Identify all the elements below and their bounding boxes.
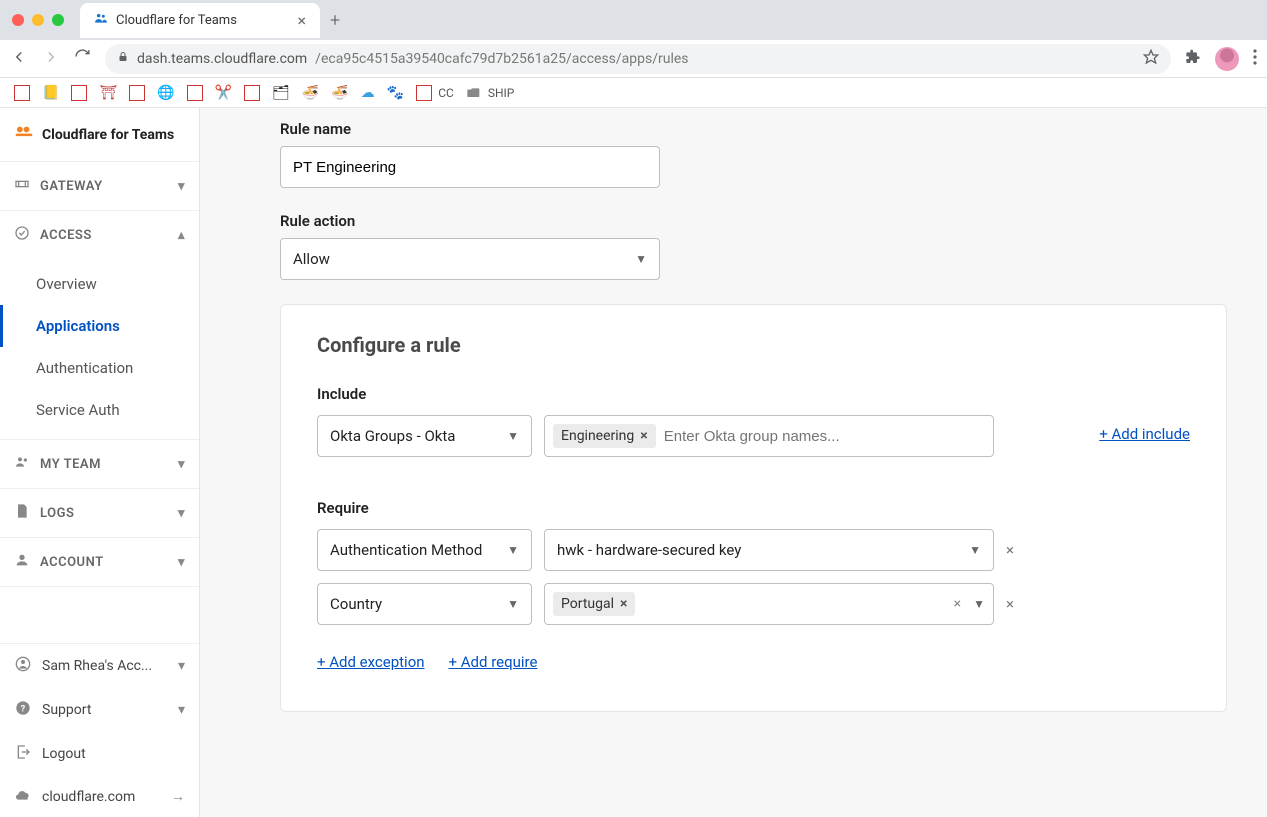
close-icon[interactable]: × (297, 11, 306, 30)
svg-text:?: ? (21, 703, 26, 714)
user-circle-icon (14, 656, 32, 676)
reload-button[interactable] (74, 48, 91, 69)
lock-icon (117, 51, 129, 66)
chevron-up-icon: ▴ (178, 228, 185, 243)
extensions-icon[interactable] (1185, 49, 1201, 69)
bookmark-icon[interactable]: 🌐 (157, 85, 174, 101)
bookmark-icon[interactable] (244, 85, 260, 101)
rule-action-select[interactable]: Allow ▼ (280, 238, 660, 280)
account-icon (14, 552, 30, 572)
account-switcher[interactable]: Sam Rhea's Acc... ▾ (0, 644, 199, 688)
bookmark-icon[interactable]: ✂️ (215, 85, 232, 101)
cloud-icon (14, 789, 32, 805)
sidebar-item-logs[interactable]: LOGS ▾ (0, 489, 199, 537)
rule-name-input[interactable] (280, 146, 660, 188)
support-link[interactable]: ? Support ▾ (0, 688, 199, 732)
bookmark-ship[interactable]: SHIP (466, 85, 515, 101)
chevron-down-icon: ▼ (635, 252, 647, 266)
browser-tab[interactable]: Cloudflare for Teams × (80, 3, 320, 38)
chevron-down-icon: ▾ (178, 506, 185, 521)
remove-tag-icon[interactable]: × (640, 428, 647, 444)
include-label: Include (317, 385, 1190, 403)
bookmark-icon[interactable]: 🍜 (302, 85, 319, 101)
sidebar-item-account[interactable]: ACCOUNT ▾ (0, 538, 199, 586)
chevron-down-icon: ▼ (507, 597, 519, 611)
add-exception-link[interactable]: + Add exception (317, 653, 425, 671)
chevron-down-icon: ▼ (507, 429, 519, 443)
bookmark-cc[interactable]: CC (416, 85, 454, 101)
cloudflare-link[interactable]: cloudflare.com → (0, 776, 199, 817)
require-value-country[interactable]: Portugal × × ▼ (544, 583, 994, 625)
menu-icon[interactable] (1253, 49, 1257, 69)
sidebar-item-access[interactable]: ACCESS ▴ (0, 211, 199, 259)
brand[interactable]: Cloudflare for Teams (0, 108, 199, 162)
bookmark-icon[interactable]: 🍜 (331, 85, 348, 101)
sidebar-item-myteam[interactable]: MY TEAM ▾ (0, 440, 199, 488)
url-host: dash.teams.cloudflare.com (137, 51, 307, 67)
rule-name-label: Rule name (280, 120, 1227, 138)
require-label: Require (317, 499, 1190, 517)
include-selector[interactable]: Okta Groups - Okta ▼ (317, 415, 532, 457)
sidebar-item-applications[interactable]: Applications (0, 305, 199, 347)
include-tag-input[interactable] (664, 428, 985, 445)
profile-avatar[interactable] (1215, 47, 1239, 71)
chevron-down-icon: ▾ (178, 555, 185, 570)
tag-portugal: Portugal × (553, 592, 635, 616)
sidebar-item-service-auth[interactable]: Service Auth (0, 389, 199, 431)
sidebar-item-overview[interactable]: Overview (0, 263, 199, 305)
add-include-link[interactable]: + Add include (1099, 425, 1190, 443)
include-value-input[interactable]: Engineering × (544, 415, 994, 457)
address-bar[interactable]: dash.teams.cloudflare.com/eca95c4515a395… (105, 44, 1171, 74)
bookmark-icon[interactable]: ☁︎ (361, 85, 375, 101)
access-icon (14, 225, 30, 245)
bookmark-icon[interactable] (129, 85, 145, 101)
window-controls[interactable] (12, 14, 64, 26)
cloudflare-icon (14, 124, 34, 145)
people-icon (94, 11, 108, 29)
logs-icon (14, 503, 30, 523)
bookmark-icon[interactable]: 🗂 (272, 85, 290, 101)
bookmark-icon[interactable] (187, 85, 203, 101)
chevron-down-icon: ▼ (973, 597, 985, 611)
forward-button[interactable] (42, 48, 60, 70)
help-icon: ? (14, 700, 32, 720)
chevron-down-icon: ▾ (178, 179, 185, 194)
configure-rule-title: Configure a rule (317, 333, 1190, 357)
chevron-down-icon: ▼ (969, 543, 981, 557)
bookmarks-bar: 📒 ⛩ 🌐 ✂️ 🗂 🍜 🍜 ☁︎ 🐾 CC SHIP (0, 78, 1267, 108)
remove-require-icon[interactable]: × (1006, 541, 1018, 559)
brand-text: Cloudflare for Teams (42, 127, 174, 143)
url-path: /eca95c4515a39540cafc79d7b2561a25/access… (315, 51, 688, 67)
bookmark-icon[interactable]: 📒 (42, 85, 59, 101)
logout-link[interactable]: Logout (0, 732, 199, 776)
require-selector-auth[interactable]: Authentication Method ▼ (317, 529, 532, 571)
require-value-auth[interactable]: hwk - hardware-secured key ▼ (544, 529, 994, 571)
add-require-link[interactable]: + Add require (449, 653, 538, 671)
tag-engineering: Engineering × (553, 424, 656, 448)
arrow-right-icon: → (171, 788, 185, 805)
gateway-icon (14, 176, 30, 196)
logout-icon (14, 744, 32, 764)
team-icon (14, 454, 30, 474)
bookmark-icon[interactable] (14, 85, 30, 101)
remove-require-icon[interactable]: × (1006, 595, 1018, 613)
sidebar-item-authentication[interactable]: Authentication (0, 347, 199, 389)
remove-tag-icon[interactable]: × (620, 596, 627, 612)
back-button[interactable] (10, 48, 28, 70)
clear-icon[interactable]: × (950, 596, 965, 612)
chevron-down-icon: ▼ (507, 543, 519, 557)
bookmark-icon[interactable] (71, 85, 87, 101)
sidebar-item-gateway[interactable]: GATEWAY ▾ (0, 162, 199, 210)
bookmark-icon[interactable]: ⛩ (99, 85, 117, 101)
tab-title: Cloudflare for Teams (116, 13, 237, 28)
chevron-down-icon: ▾ (178, 658, 185, 674)
chevron-down-icon: ▾ (178, 702, 185, 718)
bookmark-icon[interactable]: 🐾 (387, 85, 404, 101)
star-icon[interactable] (1143, 49, 1159, 69)
chevron-down-icon: ▾ (178, 457, 185, 472)
require-selector-country[interactable]: Country ▼ (317, 583, 532, 625)
new-tab-button[interactable]: + (330, 10, 340, 31)
rule-action-label: Rule action (280, 212, 1227, 230)
